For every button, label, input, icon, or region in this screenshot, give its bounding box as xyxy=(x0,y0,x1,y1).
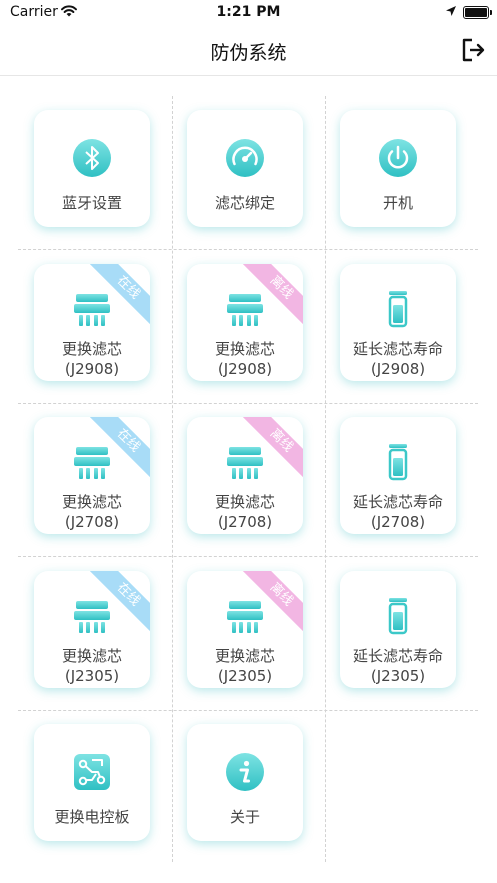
replace-filter-j2708-online-button[interactable]: 在线 更换滤芯 (J2708) xyxy=(34,417,150,534)
bluetooth-icon xyxy=(73,139,111,177)
filter-icon xyxy=(227,294,263,326)
tile-label: 更换滤芯 xyxy=(214,647,275,665)
tile-label: 关于 xyxy=(229,808,260,826)
grid-divider xyxy=(18,710,478,711)
tile-model: (J2708) xyxy=(64,513,120,531)
power-on-button[interactable]: 开机 xyxy=(340,110,456,227)
tile-model: (J2305) xyxy=(370,667,426,685)
page-title: 防伪系统 xyxy=(210,42,287,64)
tile-model: (J2305) xyxy=(64,667,120,685)
tile-label: 延长滤芯寿命 xyxy=(352,340,443,358)
tile-model: (J2908) xyxy=(217,360,273,378)
replace-filter-j2305-offline-button[interactable]: 离线 更换滤芯 (J2305) xyxy=(187,571,303,688)
grid-divider xyxy=(325,96,326,862)
replace-filter-j2908-online-button[interactable]: 在线 更换滤芯 (J2908) xyxy=(34,264,150,381)
tile-label: 开机 xyxy=(382,194,413,212)
battery-icon xyxy=(463,6,492,19)
filter-icon xyxy=(227,601,263,633)
bluetooth-settings-button[interactable]: 蓝牙设置 xyxy=(34,110,150,227)
tile-label: 更换滤芯 xyxy=(61,493,122,511)
grid-divider xyxy=(18,556,478,557)
cartridge-icon xyxy=(387,596,409,635)
tile-label: 蓝牙设置 xyxy=(61,194,122,212)
cartridge-icon xyxy=(387,442,409,481)
grid-divider xyxy=(172,96,173,862)
tile-label: 更换滤芯 xyxy=(61,647,122,665)
extend-filter-life-j2708-button[interactable]: 延长滤芯寿命 (J2708) xyxy=(340,417,456,534)
location-arrow-icon xyxy=(446,6,456,16)
tile-model: (J2908) xyxy=(370,360,426,378)
filter-icon xyxy=(74,294,110,326)
tile-label: 更换电控板 xyxy=(54,808,130,826)
extend-filter-life-j2305-button[interactable]: 延长滤芯寿命 (J2305) xyxy=(340,571,456,688)
tile-model: (J2305) xyxy=(217,667,273,685)
filter-icon xyxy=(74,601,110,633)
replace-control-board-button[interactable]: 更换电控板 xyxy=(34,724,150,841)
replace-filter-j2908-offline-button[interactable]: 离线 更换滤芯 (J2908) xyxy=(187,264,303,381)
nav-bar: 防伪系统 xyxy=(0,26,497,76)
filter-bind-button[interactable]: 滤芯绑定 xyxy=(187,110,303,227)
tile-model: (J2708) xyxy=(370,513,426,531)
tile-label: 滤芯绑定 xyxy=(214,194,275,212)
info-icon xyxy=(226,753,264,791)
tile-label: 更换滤芯 xyxy=(214,340,275,358)
circuit-board-icon xyxy=(74,754,110,790)
replace-filter-j2708-offline-button[interactable]: 离线 更换滤芯 (J2708) xyxy=(187,417,303,534)
tile-label: 延长滤芯寿命 xyxy=(352,647,443,665)
grid-divider xyxy=(18,403,478,404)
filter-icon xyxy=(227,447,263,479)
filter-icon xyxy=(74,447,110,479)
tile-model: (J2708) xyxy=(217,513,273,531)
extend-filter-life-j2908-button[interactable]: 延长滤芯寿命 (J2908) xyxy=(340,264,456,381)
about-button[interactable]: 关于 xyxy=(187,724,303,841)
tile-label: 更换滤芯 xyxy=(61,340,122,358)
tile-model: (J2908) xyxy=(64,360,120,378)
grid-divider xyxy=(18,249,478,250)
cartridge-icon xyxy=(387,289,409,328)
gauge-icon xyxy=(226,139,264,177)
replace-filter-j2305-online-button[interactable]: 在线 更换滤芯 (J2305) xyxy=(34,571,150,688)
function-grid: 蓝牙设置 滤芯绑定 开机 在线 更换滤芯 (J2908) 离线 更换滤芯 (J2… xyxy=(18,96,478,862)
status-time: 1:21 PM xyxy=(216,4,281,20)
tile-label: 延长滤芯寿命 xyxy=(352,493,443,511)
logout-icon[interactable] xyxy=(459,36,487,64)
tile-label: 更换滤芯 xyxy=(214,493,275,511)
power-icon xyxy=(379,139,417,177)
status-bar: Carrier 1:21 PM xyxy=(0,0,497,26)
